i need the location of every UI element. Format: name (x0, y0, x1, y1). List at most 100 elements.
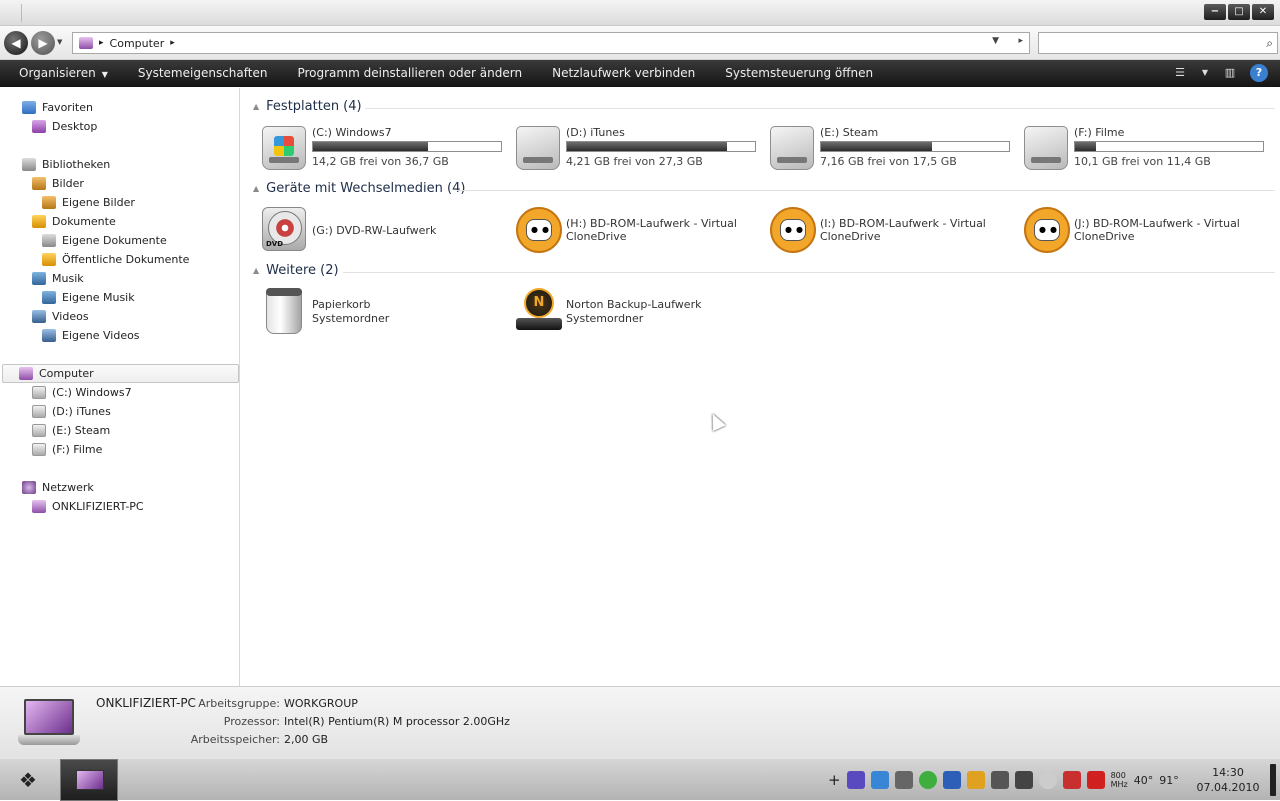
taskbar-explorer-button[interactable] (60, 759, 118, 801)
camera-icon[interactable] (990, 771, 1009, 789)
maximize-button[interactable]: □ (1228, 4, 1250, 20)
group-header-other[interactable]: ▲ Weitere (2) (253, 263, 1275, 278)
ie-icon[interactable] (870, 771, 889, 789)
norton-backup-icon: N (516, 288, 562, 334)
address-sep-icon[interactable]: ▸ (170, 38, 175, 48)
nav-network[interactable]: Netzwerk (22, 478, 94, 496)
nav-drive-e[interactable]: (E:) Steam (32, 421, 110, 439)
views-dropdown-icon[interactable]: ▼ (1200, 64, 1210, 82)
nav-videos[interactable]: Videos (32, 307, 89, 325)
search-icon[interactable]: ⌕ (1266, 36, 1273, 51)
address-path[interactable]: Computer (110, 37, 165, 50)
nav-drive-f[interactable]: (F:) Filme (32, 440, 102, 458)
ati-icon[interactable] (1086, 771, 1105, 789)
norton-backup-tile[interactable]: N Norton Backup-Laufwerk Systemordner (516, 288, 766, 338)
close-button[interactable]: ✕ (1252, 4, 1274, 20)
nav-public-documents[interactable]: Öffentliche Dokumente (42, 250, 189, 268)
system-properties-button[interactable]: Systemeigenschaften (123, 60, 283, 87)
drive-tile-d[interactable]: (D:) iTunes 4,21 GB frei von 27,3 GB (516, 126, 766, 176)
disc-icon[interactable] (1038, 771, 1057, 789)
workgroup-value: WORKGROUP (284, 697, 358, 710)
drive-usage-bar (312, 141, 502, 152)
lock-icon[interactable] (942, 771, 961, 789)
nav-my-documents[interactable]: Eigene Dokumente (42, 231, 167, 249)
organize-button[interactable]: Organisieren ▼ (4, 60, 123, 88)
nav-my-pictures[interactable]: Eigene Bilder (42, 193, 135, 211)
drive-usage-bar (1074, 141, 1264, 152)
clonedrive-sheep-icon: ●● (1024, 207, 1070, 253)
address-dropdown-icon[interactable]: ▼ (992, 36, 999, 46)
nav-my-videos[interactable]: Eigene Videos (42, 326, 140, 344)
drive-icon (32, 442, 46, 456)
removable-name: (H:) BD-ROM-Laufwerk - Virtual (566, 217, 737, 230)
group-divider (457, 190, 1275, 191)
preview-pane-icon[interactable]: ▥ (1220, 64, 1240, 82)
address-bar[interactable]: ▸ Computer ▸ ▼ ▸ (72, 32, 1030, 54)
music-icon (32, 271, 46, 285)
drive-usage-bar (566, 141, 756, 152)
map-drive-button[interactable]: Netzlaufwerk verbinden (537, 60, 710, 87)
tools-icon[interactable] (894, 771, 913, 789)
drive-tile-e[interactable]: (E:) Steam 7,16 GB frei von 17,5 GB (770, 126, 1020, 176)
control-panel-button[interactable]: Systemsteuerung öffnen (710, 60, 888, 87)
removable-tile-i[interactable]: ●● (I:) BD-ROM-Laufwerk - Virtual CloneD… (770, 207, 1020, 257)
recycle-bin-tile[interactable]: Papierkorb Systemordner (262, 288, 512, 338)
forward-button[interactable]: ▶ (31, 31, 55, 55)
show-desktop-button[interactable] (1270, 764, 1276, 796)
devil-icon[interactable] (1062, 771, 1081, 789)
recent-pages-icon[interactable]: ▼ (57, 38, 62, 46)
tray-add-icon[interactable]: + (828, 771, 841, 789)
views-icon[interactable]: ☰ (1170, 64, 1190, 82)
removable-tile-h[interactable]: ●● (H:) BD-ROM-Laufwerk - Virtual CloneD… (516, 207, 766, 257)
nav-label: Videos (52, 309, 89, 323)
search-input[interactable] (1039, 33, 1249, 53)
drive-name: (F:) Filme (1074, 126, 1125, 139)
network-icon[interactable] (1014, 771, 1033, 789)
memory-label: Arbeitsspeicher: (190, 733, 280, 746)
nav-documents[interactable]: Dokumente (32, 212, 116, 230)
group-header-hdd[interactable]: ▲ Festplatten (4) (253, 99, 1275, 114)
taskbar: ❖ + 800 MHz 40° 91° 14:30 07.04.2010 (0, 758, 1280, 801)
drive-tile-f[interactable]: (F:) Filme 10,1 GB frei von 11,4 GB (1024, 126, 1274, 176)
address-go-icon[interactable]: ▸ (1018, 36, 1023, 46)
removable-tile-g[interactable]: DVD (G:) DVD-RW-Laufwerk (262, 207, 512, 257)
nav-drive-c[interactable]: (C:) Windows7 (32, 383, 132, 401)
nav-computer[interactable]: Computer (2, 364, 239, 383)
nav-favorites[interactable]: Favoriten (22, 98, 93, 116)
drive-free-space: 4,21 GB frei von 27,3 GB (566, 155, 703, 168)
minimize-button[interactable]: − (1204, 4, 1226, 20)
collapse-icon: ▲ (253, 102, 260, 111)
item-type: Systemordner (566, 312, 644, 325)
temperature-1: 40° (1133, 773, 1154, 787)
nav-pictures[interactable]: Bilder (32, 174, 84, 192)
drive-free-space: 14,2 GB frei von 36,7 GB (312, 155, 449, 168)
computer-icon (79, 37, 93, 49)
clock[interactable]: 14:30 07.04.2010 (1196, 765, 1260, 795)
uninstall-button[interactable]: Programm deinstallieren oder ändern (282, 60, 537, 87)
removable-subname: CloneDrive (820, 230, 881, 243)
removable-name: (I:) BD-ROM-Laufwerk - Virtual (820, 217, 986, 230)
back-button[interactable]: ◀ (4, 31, 28, 55)
nav-my-music[interactable]: Eigene Musik (42, 288, 135, 306)
nav-desktop[interactable]: Desktop (32, 117, 97, 135)
nav-drive-d[interactable]: (D:) iTunes (32, 402, 111, 420)
star-icon (22, 100, 36, 114)
drive-tile-c[interactable]: (C:) Windows7 14,2 GB frei von 36,7 GB (262, 126, 512, 176)
group-header-removable[interactable]: ▲ Geräte mit Wechselmedien (4) (253, 181, 1275, 196)
nav-libraries[interactable]: Bibliotheken (22, 155, 110, 173)
paw-icon[interactable] (846, 771, 865, 789)
drive-usage-bar (820, 141, 1010, 152)
documents-icon (32, 214, 46, 228)
clonedrive-sheep-icon: ●● (770, 207, 816, 253)
help-icon[interactable]: ? (1250, 64, 1268, 82)
processor-value: Intel(R) Pentium(R) M processor 2.00GHz (284, 715, 510, 728)
organize-label: Organisieren (19, 65, 96, 80)
address-sep-icon[interactable]: ▸ (99, 38, 104, 48)
nav-music[interactable]: Musik (32, 269, 84, 287)
removable-tile-j[interactable]: ●● (J:) BD-ROM-Laufwerk - Virtual CloneD… (1024, 207, 1274, 257)
users-icon[interactable] (966, 771, 985, 789)
nav-pc[interactable]: ONKLIFIZIERT-PC (32, 497, 144, 515)
chrome-icon[interactable] (918, 771, 937, 789)
search-box[interactable]: ⌕ (1038, 32, 1278, 54)
start-button[interactable]: ❖ (10, 765, 46, 795)
